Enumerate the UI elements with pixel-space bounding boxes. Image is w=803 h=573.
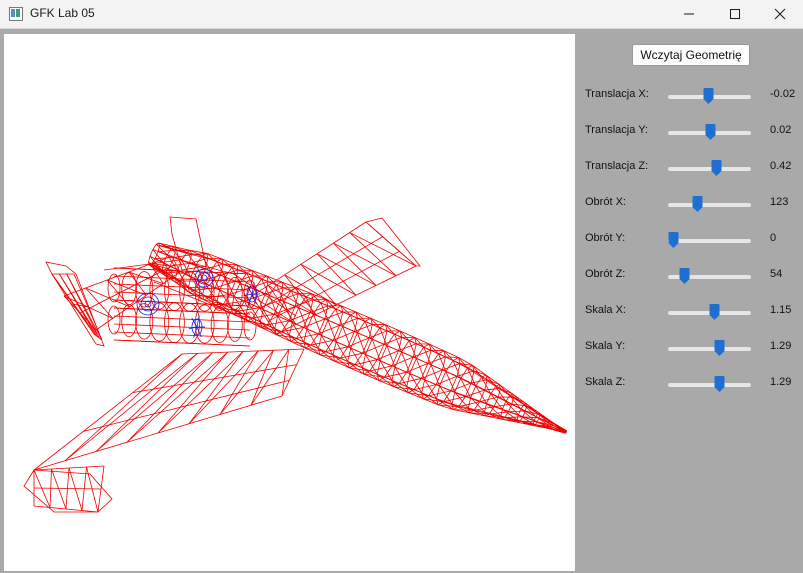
rotation-z-slider-thumb[interactable] bbox=[679, 267, 690, 285]
scale-y-value: 1.29 bbox=[770, 340, 792, 352]
rotation-z-label: Obrót Z: bbox=[585, 268, 626, 280]
translation-x-row: Translacja X: -0.02 bbox=[585, 84, 800, 108]
scale-z-slider[interactable] bbox=[668, 383, 751, 387]
rotation-y-slider[interactable] bbox=[668, 239, 751, 243]
scale-x-slider-thumb[interactable] bbox=[709, 303, 720, 321]
rotation-x-slider-thumb[interactable] bbox=[692, 195, 703, 213]
scale-x-value: 1.15 bbox=[770, 304, 792, 316]
translation-y-row: Translacja Y: 0.02 bbox=[585, 120, 800, 144]
scale-z-row: Skala Z: 1.29 bbox=[585, 372, 800, 396]
app-icon bbox=[9, 7, 23, 21]
scale-z-value: 1.29 bbox=[770, 376, 792, 388]
rotation-x-slider[interactable] bbox=[668, 203, 751, 207]
scale-y-row: Skala Y: 1.29 bbox=[585, 336, 800, 360]
minimize-button[interactable] bbox=[666, 0, 712, 28]
translation-z-value: 0.42 bbox=[770, 160, 792, 172]
render-viewport[interactable] bbox=[4, 34, 575, 571]
translation-z-slider-thumb[interactable] bbox=[711, 159, 722, 177]
scale-x-row: Skala X: 1.15 bbox=[585, 300, 800, 324]
rotation-x-row: Obrót X: 123 bbox=[585, 192, 800, 216]
window-title: GFK Lab 05 bbox=[30, 6, 95, 20]
translation-x-label: Translacja X: bbox=[585, 88, 649, 100]
scale-y-slider[interactable] bbox=[668, 347, 751, 351]
rotation-x-label: Obrót X: bbox=[585, 196, 626, 208]
rotation-y-row: Obrót Y: 0 bbox=[585, 228, 800, 252]
translation-y-slider-thumb[interactable] bbox=[705, 123, 716, 141]
scale-y-slider-thumb[interactable] bbox=[714, 339, 725, 357]
maximize-button[interactable] bbox=[712, 0, 758, 28]
scale-z-label: Skala Z: bbox=[585, 376, 626, 388]
minimize-icon bbox=[684, 13, 694, 15]
translation-z-label: Translacja Z: bbox=[585, 160, 649, 172]
scale-y-label: Skala Y: bbox=[585, 340, 626, 352]
rotation-y-label: Obrót Y: bbox=[585, 232, 626, 244]
load-geometry-button[interactable]: Wczytaj Geometrię bbox=[632, 44, 750, 66]
scale-z-slider-thumb[interactable] bbox=[714, 375, 725, 393]
translation-x-value: -0.02 bbox=[770, 88, 796, 100]
translation-y-label: Translacja Y: bbox=[585, 124, 648, 136]
close-button[interactable] bbox=[757, 0, 803, 28]
scale-x-label: Skala X: bbox=[585, 304, 626, 316]
close-icon bbox=[774, 8, 786, 20]
title-bar[interactable]: GFK Lab 05 bbox=[0, 0, 803, 29]
translation-z-slider[interactable] bbox=[668, 167, 751, 171]
rotation-z-value: 54 bbox=[770, 268, 783, 280]
rotation-x-value: 123 bbox=[770, 196, 789, 208]
rotation-z-row: Obrót Z: 54 bbox=[585, 264, 800, 288]
rotation-y-slider-thumb[interactable] bbox=[668, 231, 679, 249]
aircraft-wireframe bbox=[23, 216, 568, 513]
translation-x-slider-thumb[interactable] bbox=[703, 87, 714, 105]
maximize-icon bbox=[730, 9, 740, 19]
translation-z-row: Translacja Z: 0.42 bbox=[585, 156, 800, 180]
rotation-y-value: 0 bbox=[770, 232, 777, 244]
translation-y-value: 0.02 bbox=[770, 124, 792, 136]
